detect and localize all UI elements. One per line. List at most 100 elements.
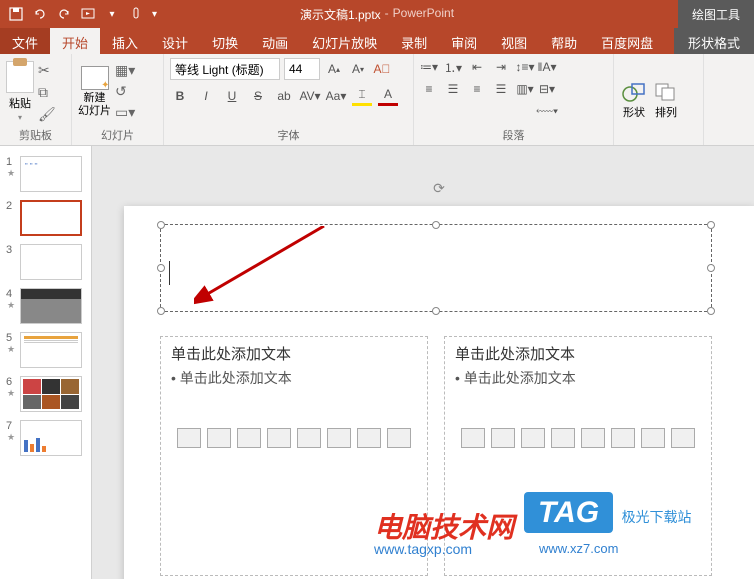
bold-button[interactable]: B <box>170 86 190 106</box>
insert-video-icon[interactable] <box>641 428 665 448</box>
align-center-icon[interactable]: ☰ <box>444 80 462 98</box>
thumbnail-3[interactable]: 3 <box>0 240 91 284</box>
insert-online-pic-icon[interactable] <box>327 428 351 448</box>
insert-video-icon[interactable] <box>357 428 381 448</box>
indent-decrease-icon[interactable]: ⇤ <box>468 58 486 76</box>
tab-insert[interactable]: 插入 <box>100 28 150 54</box>
insert-smartart-icon[interactable] <box>237 428 261 448</box>
insert-3d-icon[interactable] <box>551 428 575 448</box>
slide-canvas[interactable]: ⟳ 单击此处添加文本 • 单击此处添加文本 <box>124 206 754 579</box>
resize-handle[interactable] <box>157 221 165 229</box>
tab-transitions[interactable]: 切换 <box>200 28 250 54</box>
arrange-button[interactable]: 排列 <box>652 80 680 120</box>
redo-icon[interactable] <box>56 6 72 22</box>
format-painter-icon[interactable]: 🖌 <box>38 106 54 122</box>
insert-icon-icon[interactable] <box>387 428 411 448</box>
clear-format-icon[interactable]: A⃠ <box>372 59 392 79</box>
tab-help[interactable]: 帮助 <box>539 28 589 54</box>
resize-handle[interactable] <box>707 307 715 315</box>
content-title-right: 单击此处添加文本 <box>455 343 701 364</box>
resize-handle[interactable] <box>157 264 165 272</box>
insert-picture-icon[interactable] <box>581 428 605 448</box>
more-icon[interactable]: ▾ <box>104 6 120 22</box>
font-color-icon[interactable]: A <box>378 86 398 106</box>
thumbnail-2[interactable]: 2 <box>0 196 91 240</box>
resize-handle[interactable] <box>707 264 715 272</box>
align-text-icon[interactable]: ⊟▾ <box>538 80 556 98</box>
thumbnail-4[interactable]: 4★ <box>0 284 91 328</box>
underline-button[interactable]: U <box>222 86 242 106</box>
highlight-color-icon[interactable]: ⌶ <box>352 86 372 106</box>
contextual-tool-tab: 绘图工具 <box>678 0 754 29</box>
resize-handle[interactable] <box>432 221 440 229</box>
watermark-text-1: 电脑技术网 <box>374 506 514 546</box>
tab-baidu[interactable]: 百度网盘 <box>589 28 665 54</box>
italic-button[interactable]: I <box>196 86 216 106</box>
insert-chart-icon[interactable] <box>207 428 231 448</box>
font-size-select[interactable] <box>284 58 320 80</box>
reset-icon[interactable]: ↺ <box>115 83 135 100</box>
undo-icon[interactable] <box>32 6 48 22</box>
smartart-icon[interactable]: ⬳▾ <box>538 102 556 120</box>
change-case-icon[interactable]: Aa▾ <box>326 86 346 106</box>
tab-slideshow[interactable]: 幻灯片放映 <box>300 28 389 54</box>
align-left-icon[interactable]: ≡ <box>420 80 438 98</box>
group-slides-label: 幻灯片 <box>78 125 157 143</box>
tab-view[interactable]: 视图 <box>489 28 539 54</box>
align-right-icon[interactable]: ≡ <box>468 80 486 98</box>
align-justify-icon[interactable]: ☰ <box>492 80 510 98</box>
tab-file[interactable]: 文件 <box>0 28 50 54</box>
thumbnail-1[interactable]: 1★ ▪▪▪▪▪▪ <box>0 152 91 196</box>
decrease-font-icon[interactable]: A▾ <box>348 59 368 79</box>
line-spacing-icon[interactable]: ↕≡▾ <box>516 58 534 76</box>
resize-handle[interactable] <box>157 307 165 315</box>
slide-canvas-area[interactable]: ⟳ 单击此处添加文本 • 单击此处添加文本 <box>92 146 754 579</box>
resize-handle[interactable] <box>432 307 440 315</box>
copy-icon[interactable]: ⧉ <box>38 84 54 100</box>
watermark-url-1: www.tagxp.com <box>374 541 472 557</box>
text-direction-icon[interactable]: ‖A▾ <box>538 58 556 76</box>
rotate-handle-icon[interactable]: ⟳ <box>433 180 445 197</box>
slideshow-icon[interactable] <box>80 6 96 22</box>
insert-table-icon[interactable] <box>461 428 485 448</box>
touch-icon[interactable] <box>128 6 144 22</box>
increase-font-icon[interactable]: A▴ <box>324 59 344 79</box>
char-spacing-icon[interactable]: AV▾ <box>300 86 320 106</box>
tab-review[interactable]: 审阅 <box>439 28 489 54</box>
cut-icon[interactable]: ✂ <box>38 62 54 78</box>
insert-chart-icon[interactable] <box>491 428 515 448</box>
insert-picture-icon[interactable] <box>297 428 321 448</box>
app-name: PowerPoint <box>393 6 454 23</box>
font-name-select[interactable] <box>170 58 280 80</box>
thumbnail-7[interactable]: 7★ <box>0 416 91 460</box>
section-icon[interactable]: ▭▾ <box>115 104 135 121</box>
tab-record[interactable]: 录制 <box>389 28 439 54</box>
insert-table-icon[interactable] <box>177 428 201 448</box>
thumbnail-6[interactable]: 6★ <box>0 372 91 416</box>
group-clipboard-label: 剪贴板 <box>6 125 65 143</box>
new-slide-button[interactable]: 新建 幻灯片 <box>78 66 111 116</box>
insert-icon-icon[interactable] <box>671 428 695 448</box>
text-cursor <box>169 261 170 285</box>
numbering-icon[interactable]: ⒈▾ <box>444 58 462 76</box>
bullets-icon[interactable]: ≔▾ <box>420 58 438 76</box>
shadow-button[interactable]: ab <box>274 86 294 106</box>
shapes-button[interactable]: 形状 <box>620 80 648 120</box>
indent-increase-icon[interactable]: ⇥ <box>492 58 510 76</box>
resize-handle[interactable] <box>707 221 715 229</box>
slide-thumbnail-panel[interactable]: 1★ ▪▪▪▪▪▪ 2 3 4★ 5★ 6★ 7★ <box>0 146 92 579</box>
insert-smartart-icon[interactable] <box>521 428 545 448</box>
tab-design[interactable]: 设计 <box>150 28 200 54</box>
insert-3d-icon[interactable] <box>267 428 291 448</box>
tab-shape-format[interactable]: 形状格式 <box>674 28 754 54</box>
thumbnail-5[interactable]: 5★ <box>0 328 91 372</box>
columns-icon[interactable]: ▥▾ <box>516 80 534 98</box>
strike-button[interactable]: S <box>248 86 268 106</box>
insert-online-pic-icon[interactable] <box>611 428 635 448</box>
tab-animations[interactable]: 动画 <box>250 28 300 54</box>
tab-home[interactable]: 开始 <box>50 28 100 54</box>
title-textbox[interactable] <box>160 224 712 312</box>
paste-button[interactable]: 粘贴 ▾ <box>6 61 34 122</box>
layout-icon[interactable]: ▦▾ <box>115 62 135 79</box>
save-icon[interactable] <box>8 6 24 22</box>
